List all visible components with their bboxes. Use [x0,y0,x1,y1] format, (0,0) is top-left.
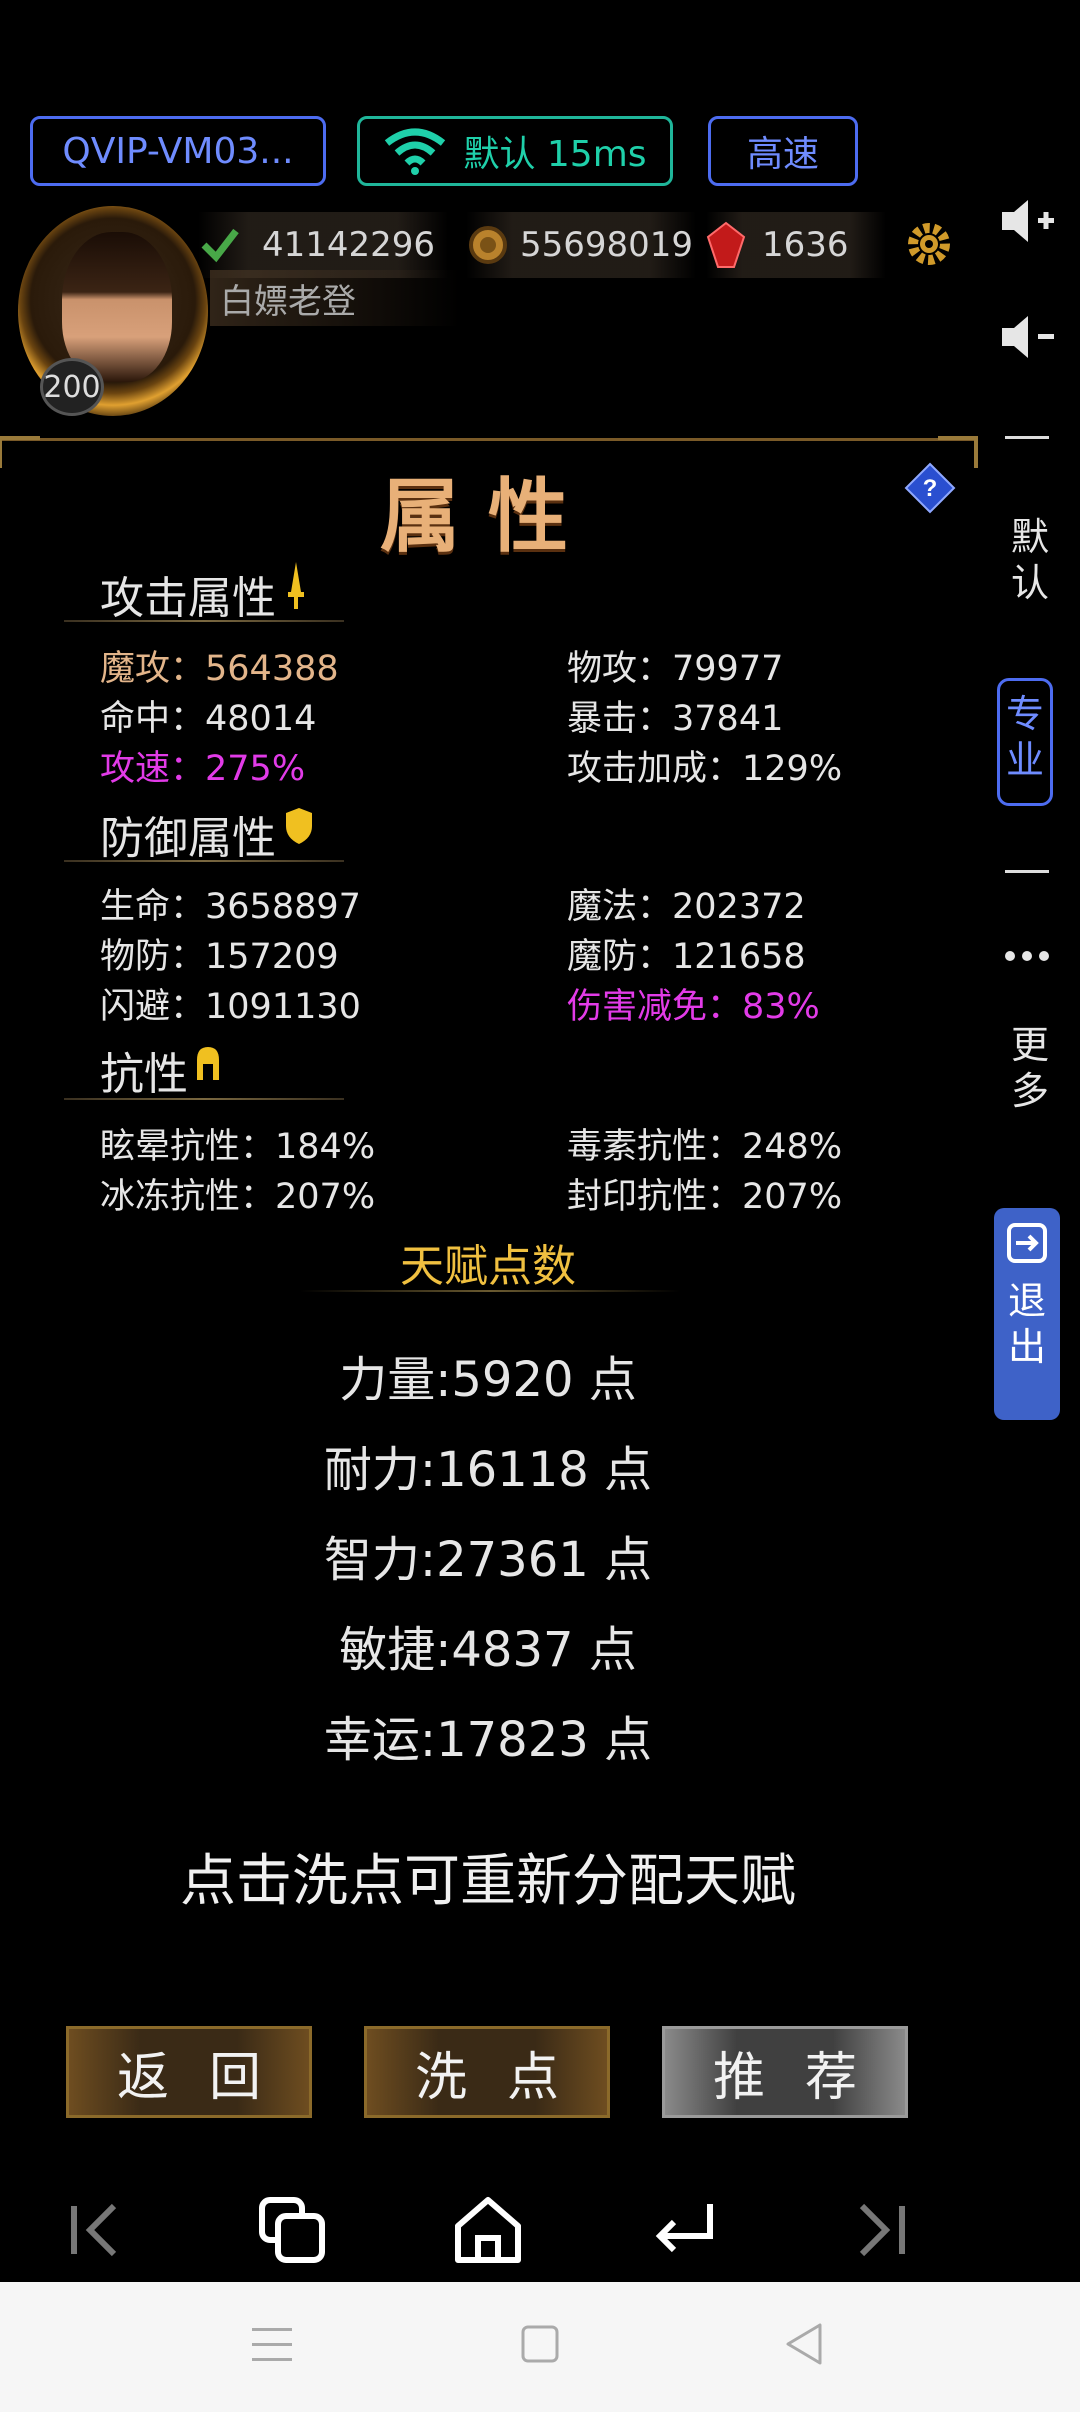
exit-button[interactable]: 退出 [994,1208,1060,1420]
exit-icon [1007,1223,1047,1263]
talent-agility: 敏捷:4837 点 [339,1622,637,1678]
recommend-button[interactable]: 推荐 [662,2026,908,2118]
back-triangle-icon[interactable] [784,2322,824,2366]
page-title: 属性 [380,470,596,563]
stat-freeze-resist: 冰冻抗性：207% [100,1177,376,1217]
level-badge: 200 [40,358,104,416]
currency-1: 41142296 [198,212,448,278]
section-divider [64,620,344,622]
home-icon[interactable] [448,2190,528,2270]
volume-down-icon[interactable] [998,312,1058,362]
stat-mana: 魔法：202372 [567,887,806,927]
talent-luck: 幸运:17823 点 [323,1712,653,1768]
sidebar-divider [1005,436,1049,439]
volume-up-icon[interactable] [998,196,1058,246]
talent-stamina: 耐力:16118 点 [323,1442,653,1498]
stat-crit: 暴击：37841 [567,699,784,739]
sidebar-divider [1005,870,1049,873]
defense-section-title: 防御属性 [100,813,276,864]
stat-physical-attack: 物攻：79977 [567,649,784,689]
settings-gear-icon[interactable] [906,216,952,272]
section-divider [64,1098,344,1100]
ruby-icon [706,221,746,268]
svg-text:?: ? [923,475,938,502]
more-button[interactable]: 更多 [995,1022,1065,1114]
talent-intelligence: 智力:27361 点 [323,1532,653,1588]
attack-section-title: 攻击属性 [100,573,276,624]
copy-icon[interactable] [252,2190,332,2270]
shield-icon [286,808,312,844]
stat-seal-resist: 封印抗性：207% [567,1177,843,1217]
pro-mode-button[interactable]: 专业 [997,678,1053,806]
section-divider [64,860,344,862]
stat-stun-resist: 眩晕抗性：184% [100,1127,376,1167]
sword-icon [288,562,304,609]
reset-hint: 点击洗点可重新分配天赋 [180,1849,796,1914]
currency-1-value: 41142296 [262,225,436,265]
check-icon [201,228,239,263]
wifi-icon [385,128,446,175]
first-page-icon[interactable] [56,2190,136,2270]
stat-physical-defense: 物防：157209 [100,937,339,977]
resist-section-title: 抗性 [100,1049,188,1100]
talent-divider [300,1290,680,1292]
network-label: 默认 15ms [463,134,647,175]
default-mode-button[interactable]: 默认 [995,514,1065,606]
last-page-icon[interactable] [840,2190,920,2270]
menu-icon[interactable] [250,2322,294,2368]
stat-attack-bonus: 攻击加成：129% [567,749,843,789]
back-button[interactable]: 返回 [66,2026,312,2118]
stat-damage-reduction: 伤害减免：83% [567,987,820,1027]
network-button[interactable]: 默认 15ms [357,116,673,186]
more-dots-icon[interactable] [1002,946,1052,966]
currency-2-value: 55698019 [520,225,694,265]
coin-icon [469,226,507,264]
talent-title: 天赋点数 [400,1241,576,1292]
stat-attack-speed: 攻速：275% [100,749,306,789]
stat-hit: 命中：48014 [100,699,317,739]
stat-magic-attack: 魔攻：564388 [100,649,339,689]
stat-poison-resist: 毒素抗性：248% [567,1127,843,1167]
currency-3: 1636 [706,212,886,278]
device-label: QVIP-VM03... [62,130,294,172]
player-name: 白嫖老登 [210,270,460,326]
return-icon[interactable] [644,2190,724,2270]
home-square-icon[interactable] [520,2324,560,2364]
currency-2: 55698019 [466,212,696,278]
speed-label: 高速 [746,134,819,175]
currency-3-value: 1636 [762,225,849,265]
reset-points-button[interactable]: 洗点 [364,2026,610,2118]
help-icon[interactable]: ? [904,462,956,514]
helmet-icon [197,1047,219,1080]
talent-strength: 力量:5920 点 [339,1352,637,1408]
speed-button[interactable]: 高速 [708,116,858,186]
stat-dodge: 闪避：1091130 [100,987,361,1027]
stat-hp: 生命：3658897 [100,887,361,927]
device-button[interactable]: QVIP-VM03... [30,116,326,186]
stat-magic-defense: 魔防：121658 [567,937,806,977]
